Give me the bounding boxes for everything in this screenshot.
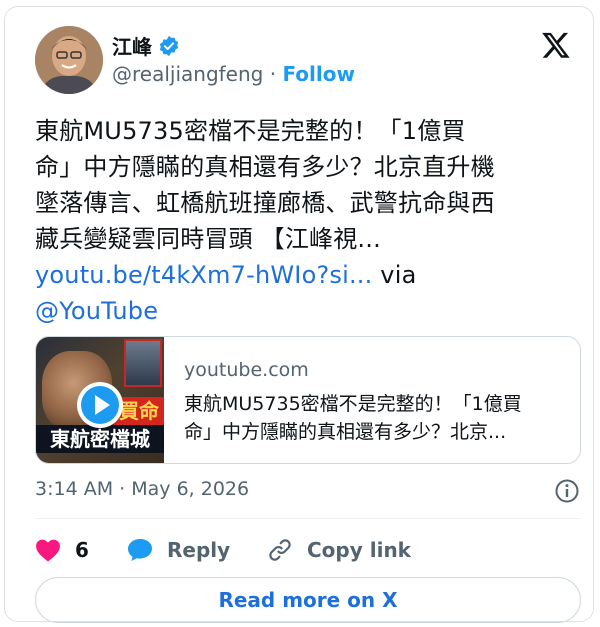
meta-dot: · [119,478,126,500]
tweet-time: 3:14 AM [35,478,114,500]
via-text: via [372,261,417,289]
tweet-line: 藏兵變疑雲同時冒頭 【江峰視... [35,225,381,253]
reply-button[interactable]: Reply [127,538,267,562]
info-icon[interactable] [554,478,580,504]
card-title: 東航MU5735密檔不是完整的！「1億買 命」中方隱瞞的真相還有多少？北京... [184,390,568,446]
tweet-timestamp[interactable]: 3:14 AM · May 6, 2026 [35,478,249,500]
action-bar: 6 Reply Copy link [35,534,411,566]
follow-button[interactable]: Follow [282,62,355,86]
play-icon[interactable] [76,381,124,429]
link-icon [269,539,291,561]
thumbnail-caption: 東航密檔城 [36,425,164,453]
author-name[interactable]: 江峰 [112,31,152,60]
tweet-link[interactable]: youtu.be/t4kXm7-hWIo?si... [35,261,372,289]
separator-dot: · [269,62,277,86]
verified-badge-icon [159,35,179,56]
heart-icon [36,539,60,562]
video-thumbnail[interactable]: 買命 東航密檔城 [36,337,164,463]
like-count: 6 [75,538,89,562]
copy-link-label: Copy link [307,538,411,562]
card-domain: youtube.com [184,359,309,381]
like-button[interactable]: 6 [35,538,127,562]
handle-line: @realjiangfeng · Follow [112,62,355,86]
card-title-line: 命」中方隱瞞的真相還有多少？北京... [184,421,507,443]
card-title-line: 東航MU5735密檔不是完整的！「1億買 [184,393,522,415]
read-more-button[interactable]: Read more on X [35,577,581,623]
reply-label: Reply [167,538,231,562]
tweet-text: 東航MU5735密檔不是完整的！「1億買 命」中方隱瞞的真相還有多少？北京直升機… [35,113,575,329]
copy-link-button[interactable]: Copy link [267,537,411,563]
tweet-link-line: youtu.be/t4kXm7-hWIo?si... via [35,257,575,293]
tweet-mention-line: @YouTube [35,293,575,329]
reply-icon [128,539,152,561]
divider [35,518,581,519]
youtube-mention-link[interactable]: @YouTube [35,297,158,325]
author-name-row[interactable]: 江峰 [112,31,180,60]
tweet-line: 命」中方隱瞞的真相還有多少？北京直升機 [35,153,495,181]
author-handle[interactable]: @realjiangfeng [112,62,263,86]
tweet-date: May 6, 2026 [131,478,250,500]
avatar[interactable] [35,26,103,94]
thumbnail-inset [124,339,162,387]
x-logo-icon[interactable] [540,30,572,60]
tweet-line: 東航MU5735密檔不是完整的！「1億買 [35,117,466,145]
avatar-image [35,26,103,94]
tweet-line: 墜落傳言、虹橋航班撞廊橋、武警抗命與西 [35,189,495,217]
link-preview-card[interactable]: 買命 東航密檔城 youtube.com 東航MU5735密檔不是完整的！「1億… [35,336,581,464]
